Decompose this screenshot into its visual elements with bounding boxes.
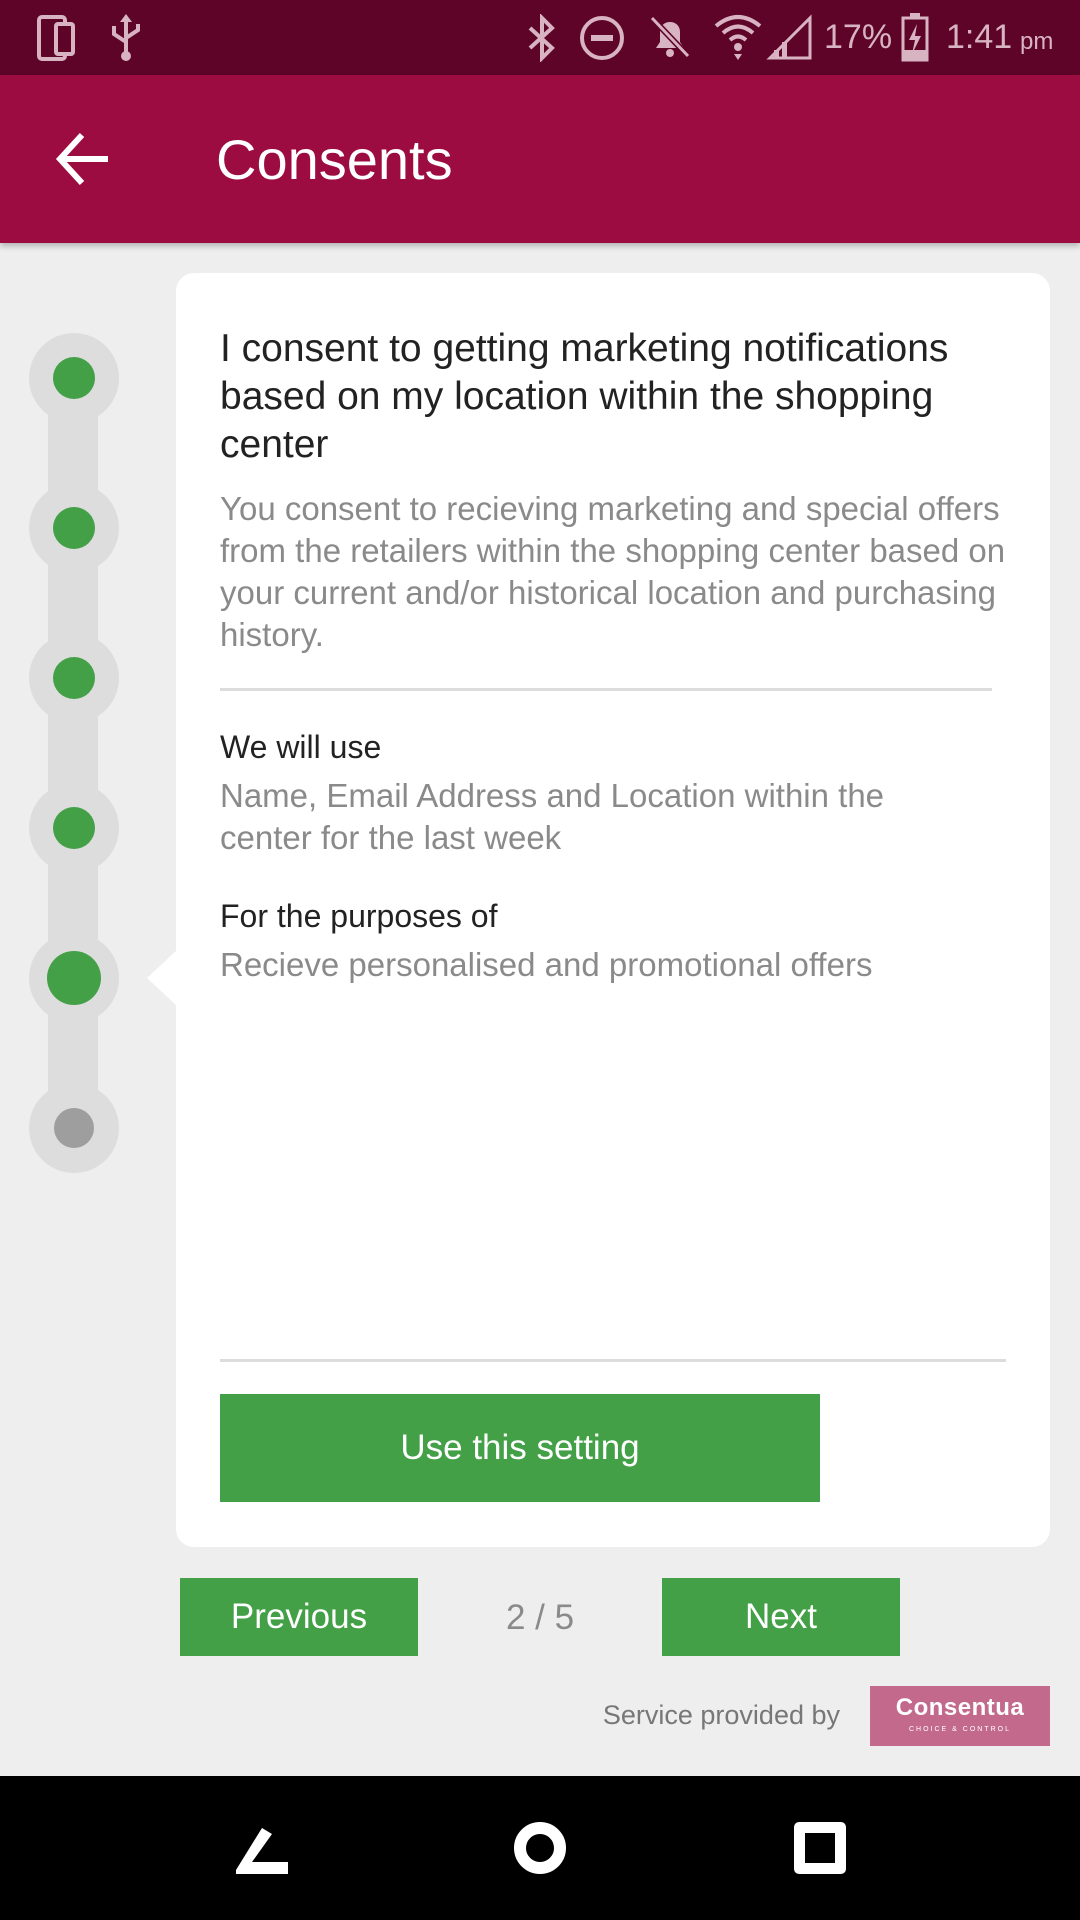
step-complete-dot bbox=[53, 507, 95, 549]
divider bbox=[220, 1359, 1006, 1362]
step-complete-dot bbox=[53, 357, 95, 399]
logo-wordmark: Consentua bbox=[895, 1694, 1025, 1721]
do-not-disturb-icon bbox=[580, 16, 624, 60]
signal-icon bbox=[766, 14, 812, 60]
clock-suffix: pm bbox=[1020, 28, 1054, 55]
page-counter: 2 / 5 bbox=[505, 1598, 575, 1637]
app-bar: Consents bbox=[0, 75, 1080, 243]
clock-time: 1:41 bbox=[946, 18, 1013, 56]
usb-icon bbox=[112, 14, 140, 61]
system-nav-bar bbox=[0, 1776, 1080, 1920]
step-complete-dot bbox=[53, 807, 95, 849]
battery-percent: 17% bbox=[824, 18, 893, 56]
wifi-icon bbox=[714, 15, 762, 60]
battery-charging-icon bbox=[901, 13, 929, 62]
previous-button[interactable]: Previous bbox=[180, 1578, 418, 1656]
bluetooth-icon bbox=[528, 14, 555, 62]
progress-step-5 bbox=[29, 933, 119, 1023]
home-nav-icon[interactable] bbox=[500, 1808, 580, 1888]
step-current-dot bbox=[47, 951, 101, 1005]
card-pointer bbox=[147, 950, 177, 1006]
status-bar: 17% 1:41 pm bbox=[0, 0, 1080, 75]
progress-step-6 bbox=[29, 1083, 119, 1173]
progress-step-4 bbox=[29, 783, 119, 873]
use-this-setting-button[interactable]: Use this setting bbox=[220, 1394, 820, 1502]
page-title: Consents bbox=[216, 128, 453, 191]
purposes-value: Recieve personalised and promotional off… bbox=[220, 946, 873, 983]
we-will-use-label: We will use bbox=[220, 729, 382, 765]
consent-title: I consent to getting marketing notificat… bbox=[220, 327, 949, 466]
divider bbox=[220, 688, 992, 691]
step-complete-dot bbox=[53, 657, 95, 699]
arrow-left-icon[interactable] bbox=[48, 119, 128, 199]
progress-step-1 bbox=[29, 333, 119, 423]
service-provided-text: Service provided by bbox=[602, 1700, 840, 1730]
progress-step-2 bbox=[29, 483, 119, 573]
logo-tagline: CHOICE & CONTROL bbox=[908, 1726, 1011, 1733]
we-will-use-value: Name, Email Address and Location within … bbox=[220, 777, 885, 856]
consentua-logo[interactable]: Consentua CHOICE & CONTROL bbox=[870, 1686, 1050, 1746]
consent-description: You consent to recieving marketing and s… bbox=[220, 490, 1006, 653]
notifications-off-icon bbox=[649, 15, 691, 59]
step-pending-dot bbox=[54, 1108, 94, 1148]
recents-nav-icon[interactable] bbox=[780, 1808, 860, 1888]
consent-card: I consent to getting marketing notificat… bbox=[176, 273, 1050, 1547]
progress-step-3 bbox=[29, 633, 119, 723]
purposes-label: For the purposes of bbox=[220, 898, 498, 934]
back-nav-icon[interactable] bbox=[222, 1808, 302, 1888]
phone-device-icon bbox=[37, 15, 75, 61]
next-button[interactable]: Next bbox=[662, 1578, 900, 1656]
